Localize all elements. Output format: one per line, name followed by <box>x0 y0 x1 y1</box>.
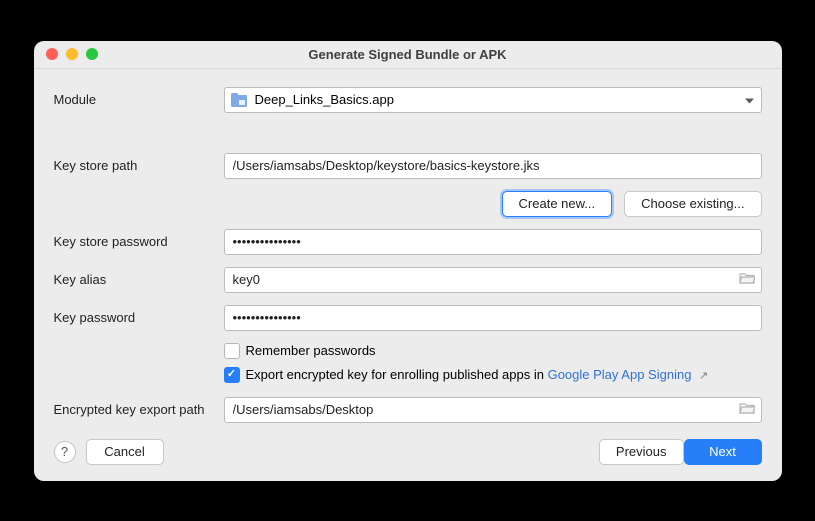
key-password-input[interactable] <box>224 305 762 331</box>
dialog-window: Generate Signed Bundle or APK Module Dee… <box>34 41 782 481</box>
folder-open-icon[interactable] <box>739 272 755 288</box>
close-icon[interactable] <box>46 48 58 60</box>
maximize-icon[interactable] <box>86 48 98 60</box>
folder-open-icon[interactable] <box>739 402 755 418</box>
window-controls <box>46 48 98 60</box>
cancel-button[interactable]: Cancel <box>86 439 164 465</box>
remember-passwords-label: Remember passwords <box>246 343 376 358</box>
encrypted-export-path-input[interactable] <box>224 397 762 423</box>
help-button[interactable]: ? <box>54 441 76 463</box>
dialog-title: Generate Signed Bundle or APK <box>34 47 782 62</box>
google-play-signing-link[interactable]: Google Play App Signing <box>548 367 692 382</box>
dialog-content: Module Deep_Links_Basics.app Key store p… <box>34 69 782 481</box>
choose-existing-button[interactable]: Choose existing... <box>624 191 761 217</box>
key-alias-input[interactable] <box>224 267 762 293</box>
minimize-icon[interactable] <box>66 48 78 60</box>
key-store-password-label: Key store password <box>54 234 224 249</box>
key-store-path-input[interactable] <box>224 153 762 179</box>
module-icon <box>231 93 247 107</box>
remember-passwords-checkbox[interactable] <box>224 343 240 359</box>
encrypted-export-path-label: Encrypted key export path <box>54 402 224 417</box>
key-store-path-label: Key store path <box>54 158 224 173</box>
module-label: Module <box>54 92 224 107</box>
key-store-password-input[interactable] <box>224 229 762 255</box>
create-new-button[interactable]: Create new... <box>502 191 613 217</box>
export-encrypted-checkbox[interactable] <box>224 367 240 383</box>
previous-button[interactable]: Previous <box>599 439 684 465</box>
external-link-icon: ↗ <box>699 370 708 382</box>
titlebar: Generate Signed Bundle or APK <box>34 41 782 69</box>
module-select[interactable]: Deep_Links_Basics.app <box>224 87 762 113</box>
export-encrypted-label: Export encrypted key for enrolling publi… <box>246 367 709 382</box>
key-alias-label: Key alias <box>54 272 224 287</box>
key-password-label: Key password <box>54 310 224 325</box>
dialog-footer: ? Cancel Previous Next <box>54 439 762 465</box>
next-button[interactable]: Next <box>684 439 762 465</box>
